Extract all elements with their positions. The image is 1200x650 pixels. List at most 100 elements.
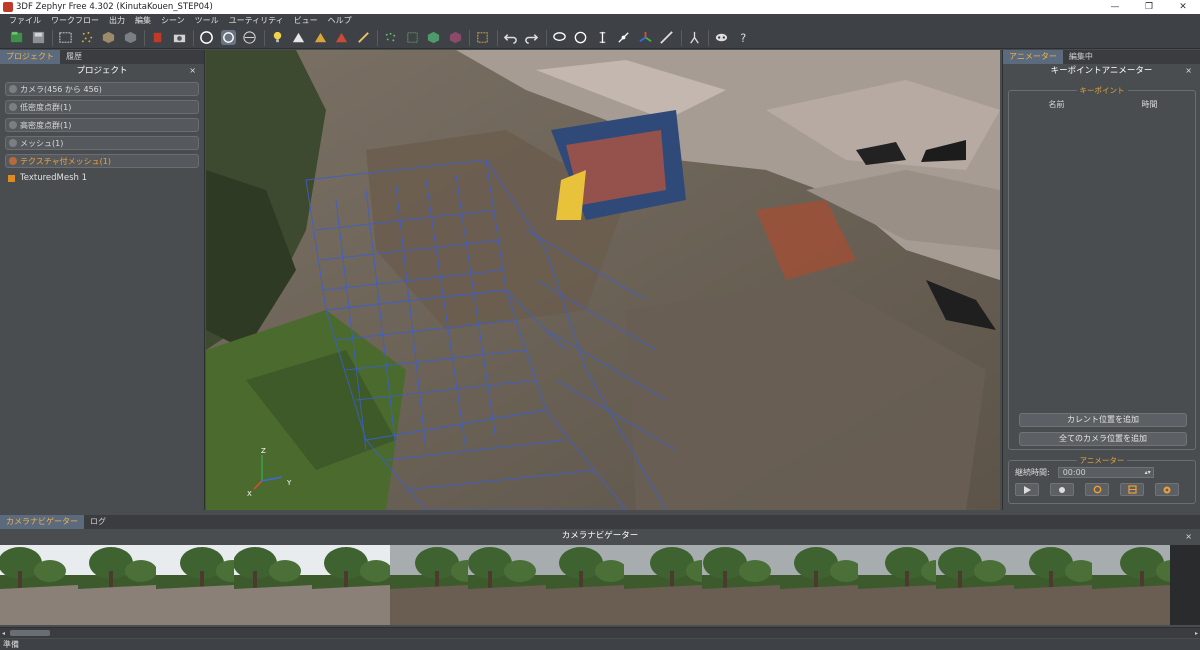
window-controls: — ❐ ✕: [1098, 0, 1200, 14]
group-sparse-cloud[interactable]: 低密度点群(1): [5, 100, 199, 114]
scroll-thumb[interactable]: [10, 630, 50, 636]
cloud-select-icon[interactable]: [382, 29, 399, 46]
scroll-left-icon[interactable]: ◂: [2, 630, 5, 637]
orbit-icon[interactable]: [198, 29, 215, 46]
close-icon[interactable]: ×: [1185, 64, 1192, 78]
camera-thumbnail[interactable]: [312, 545, 390, 625]
record-button[interactable]: [1050, 483, 1074, 496]
sparse-cloud-icon: [9, 103, 17, 111]
group-dense-cloud[interactable]: 高密度点群(1): [5, 118, 199, 132]
camera-thumbnail[interactable]: [936, 545, 1014, 625]
mesh-square-icon: [8, 174, 15, 182]
redo-icon[interactable]: [523, 29, 540, 46]
pan-icon[interactable]: [241, 29, 258, 46]
camera-thumbnail[interactable]: [234, 545, 312, 625]
loop-button[interactable]: [1085, 483, 1109, 496]
minimize-icon[interactable]: —: [1098, 0, 1132, 14]
animator-legend-text: アニメーター: [1076, 456, 1128, 465]
circle-select-icon[interactable]: [572, 29, 589, 46]
undo-icon[interactable]: [502, 29, 519, 46]
close-icon[interactable]: ×: [189, 64, 196, 78]
ruler-icon[interactable]: [658, 29, 675, 46]
filmstrip-scrollbar[interactable]: ◂ ▸: [0, 627, 1200, 638]
keypoint-box: キーポイント 名前 時間 カレント位置を追加 全てのカメラ位置を追加: [1008, 86, 1196, 450]
scroll-right-icon[interactable]: ▸: [1195, 630, 1198, 637]
bbox-icon[interactable]: [474, 29, 491, 46]
camera-thumbnail[interactable]: [0, 545, 78, 625]
toolbar-separator: [680, 29, 682, 46]
save-icon[interactable]: [30, 29, 47, 46]
triangle-red-icon[interactable]: [333, 29, 350, 46]
duration-value: 00:00: [1062, 468, 1086, 477]
tab-camera-navigator[interactable]: カメラナビゲーター: [0, 515, 84, 529]
spinner-icon[interactable]: ▴▾: [1145, 468, 1151, 478]
add-all-cameras-button[interactable]: 全てのカメラ位置を追加: [1019, 432, 1187, 446]
close-icon[interactable]: ×: [1185, 529, 1192, 544]
close-icon[interactable]: ✕: [1166, 0, 1200, 14]
sparse-points-icon[interactable]: [79, 29, 96, 46]
rotate-icon[interactable]: [220, 29, 237, 46]
menu-workflow[interactable]: ワークフロー: [46, 15, 104, 26]
camera-thumbnail[interactable]: [1092, 545, 1170, 625]
play-icon: [1024, 485, 1031, 494]
camera-thumbnail[interactable]: [624, 545, 702, 625]
camera-icon[interactable]: [171, 29, 188, 46]
mask-icon[interactable]: [713, 29, 730, 46]
toolbar-separator: [545, 29, 547, 46]
duration-input[interactable]: 00:00 ▴▾: [1057, 467, 1154, 478]
select-rect-icon[interactable]: [57, 29, 74, 46]
menu-file[interactable]: ファイル: [4, 15, 46, 26]
camera-thumbnail[interactable]: [858, 545, 936, 625]
play-button[interactable]: [1015, 483, 1039, 496]
transform-icon[interactable]: [615, 29, 632, 46]
toolbar: ?: [0, 27, 1200, 49]
camera-thumbnail[interactable]: [156, 545, 234, 625]
mesh-icon[interactable]: [122, 29, 139, 46]
group-mesh[interactable]: メッシュ(1): [5, 136, 199, 150]
camera-thumbnail[interactable]: [468, 545, 546, 625]
texture-icon[interactable]: [149, 29, 166, 46]
axis-z-label: Z: [261, 447, 266, 455]
camera-thumbnail[interactable]: [390, 545, 468, 625]
menu-edit[interactable]: 編集: [130, 15, 156, 26]
menu-export[interactable]: 出力: [104, 15, 130, 26]
help-icon[interactable]: ?: [735, 29, 752, 46]
menu-view[interactable]: ビュー: [289, 15, 323, 26]
measure-icon[interactable]: [594, 29, 611, 46]
restore-icon[interactable]: ❐: [1132, 0, 1166, 14]
3d-viewport[interactable]: Z X Y: [206, 50, 1000, 510]
light-icon[interactable]: [269, 29, 286, 46]
triangle-gold-icon[interactable]: [312, 29, 329, 46]
menu-scene[interactable]: シーン: [156, 15, 190, 26]
gizmo-icon[interactable]: [637, 29, 654, 46]
add-current-button[interactable]: カレント位置を追加: [1019, 413, 1187, 427]
tab-log[interactable]: ログ: [84, 515, 112, 529]
new-project-icon[interactable]: [8, 29, 25, 46]
tab-editing[interactable]: 編集中: [1063, 50, 1099, 64]
triangle-white-icon[interactable]: [290, 29, 307, 46]
camera-thumbnail[interactable]: [546, 545, 624, 625]
camera-thumbnail[interactable]: [78, 545, 156, 625]
tab-animator[interactable]: アニメーター: [1003, 50, 1063, 64]
camera-thumbnail[interactable]: [1014, 545, 1092, 625]
group-cameras[interactable]: カメラ(456 から 456): [5, 82, 199, 96]
dense-points-icon[interactable]: [100, 29, 117, 46]
menu-help[interactable]: ヘルプ: [323, 15, 357, 26]
tripod-icon[interactable]: [686, 29, 703, 46]
menu-utilities[interactable]: ユーティリティ: [224, 15, 289, 26]
tree-item-textured-mesh[interactable]: TexturedMesh 1: [8, 172, 204, 184]
mesh-filter-icon[interactable]: [425, 29, 442, 46]
lasso-icon[interactable]: [551, 29, 568, 46]
camera-thumbnail[interactable]: [702, 545, 780, 625]
texture-filter-icon[interactable]: [447, 29, 464, 46]
menu-tools[interactable]: ツール: [190, 15, 224, 26]
settings-button[interactable]: [1155, 483, 1179, 496]
tab-history[interactable]: 履歴: [60, 50, 88, 64]
group-textured-mesh[interactable]: テクスチャ付メッシュ(1): [5, 154, 199, 168]
camera-group-icon: [9, 85, 17, 93]
brush-icon[interactable]: [355, 29, 372, 46]
cloud-filter-icon[interactable]: [404, 29, 421, 46]
filmstrip-button[interactable]: [1120, 483, 1144, 496]
tab-project[interactable]: プロジェクト: [0, 50, 60, 64]
camera-thumbnail[interactable]: [780, 545, 858, 625]
